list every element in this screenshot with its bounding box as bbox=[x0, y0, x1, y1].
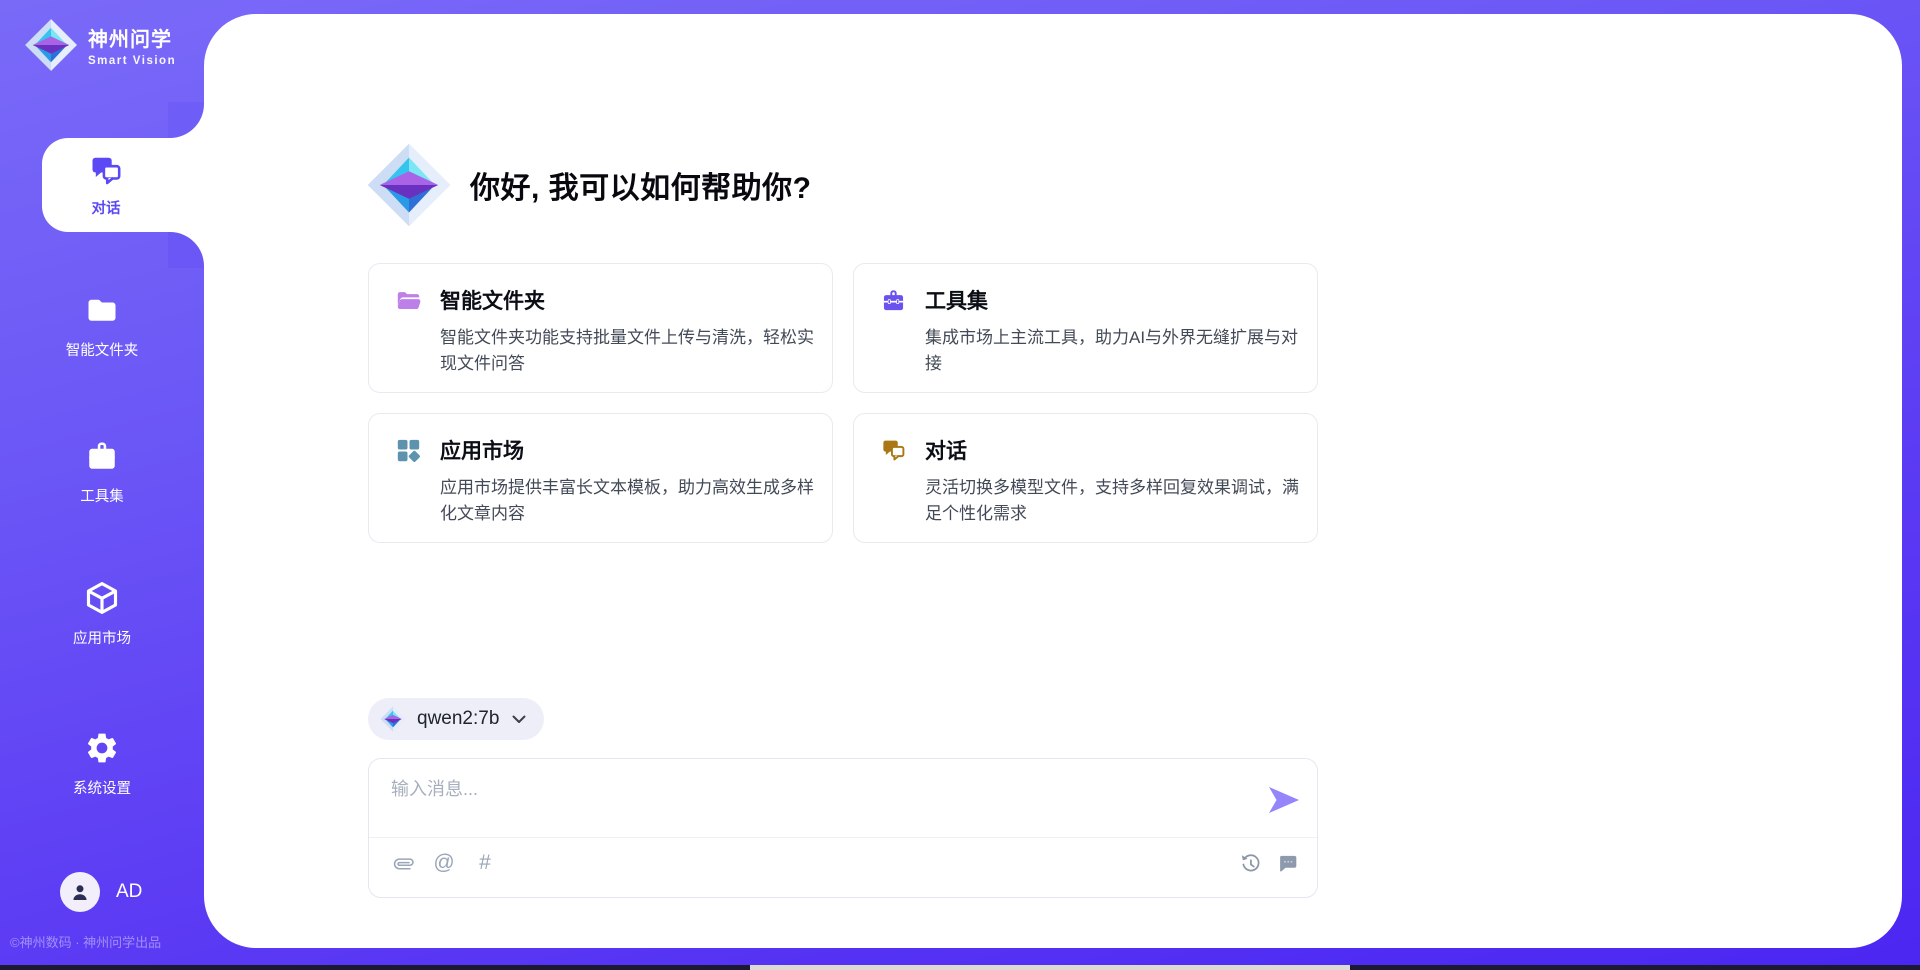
bottom-edge-segment bbox=[750, 965, 1350, 970]
sidebar-item-label: 工具集 bbox=[80, 485, 124, 506]
card-title: 智能文件夹 bbox=[440, 285, 545, 315]
card-description: 集成市场上主流工具，助力AI与外界无缝扩展与对接 bbox=[925, 325, 1305, 377]
card-description: 灵活切换多模型文件，支持多样回复效果调试，满足个性化需求 bbox=[925, 475, 1305, 527]
sidebar-item-smart-folder[interactable]: 智能文件夹 bbox=[0, 292, 204, 360]
chat-bubbles-icon bbox=[88, 153, 124, 189]
brand-diamond-icon bbox=[366, 142, 452, 228]
card-title: 工具集 bbox=[925, 285, 988, 315]
model-diamond-icon bbox=[380, 706, 406, 732]
brand-subtitle: Smart Vision bbox=[88, 55, 176, 67]
chat-bubbles-icon bbox=[880, 437, 907, 464]
greeting-text: 你好, 我可以如何帮助你? bbox=[470, 163, 812, 207]
feature-card-chat[interactable]: 对话 灵活切换多模型文件，支持多样回复效果调试，满足个性化需求 bbox=[853, 413, 1318, 543]
model-selector[interactable]: qwen2:7b bbox=[368, 698, 544, 740]
app-grid-icon bbox=[395, 437, 422, 464]
message-input[interactable] bbox=[391, 775, 1241, 833]
hashtag-icon[interactable]: # bbox=[473, 851, 497, 875]
card-title: 对话 bbox=[925, 435, 967, 465]
composer-divider bbox=[369, 837, 1317, 838]
mention-icon[interactable]: @ bbox=[432, 851, 456, 875]
tab-fillet-bottom bbox=[168, 232, 204, 268]
sidebar-item-toolset[interactable]: 工具集 bbox=[0, 438, 204, 506]
gear-icon bbox=[84, 730, 120, 766]
feature-card-toolset[interactable]: 工具集 集成市场上主流工具，助力AI与外界无缝扩展与对接 bbox=[853, 263, 1318, 393]
sidebar-footer: ©神州数码 · 神州问学出品 bbox=[10, 932, 161, 951]
user-name: AD bbox=[116, 881, 142, 903]
sidebar-item-settings[interactable]: 系统设置 bbox=[0, 730, 204, 798]
folder-open-icon bbox=[395, 287, 422, 314]
sidebar-item-label: 系统设置 bbox=[73, 777, 131, 798]
feature-cards: 智能文件夹 智能文件夹功能支持批量文件上传与清洗，轻松实现文件问答 工具集 集成… bbox=[368, 263, 1318, 543]
send-icon[interactable] bbox=[1267, 785, 1301, 815]
attach-icon[interactable] bbox=[391, 851, 415, 875]
sidebar-item-label: 应用市场 bbox=[73, 627, 131, 648]
feature-card-app-market[interactable]: 应用市场 应用市场提供丰富长文本模板，助力高效生成多样化文章内容 bbox=[368, 413, 833, 543]
sidebar-item-label: 对话 bbox=[92, 197, 121, 218]
feedback-icon[interactable] bbox=[1275, 851, 1299, 875]
folder-icon bbox=[84, 292, 120, 328]
user-avatar-icon bbox=[60, 872, 100, 912]
toolbox-icon bbox=[880, 287, 907, 314]
sidebar-item-label: 智能文件夹 bbox=[66, 339, 139, 360]
card-description: 应用市场提供丰富长文本模板，助力高效生成多样化文章内容 bbox=[440, 475, 820, 527]
user-profile[interactable]: AD bbox=[60, 872, 142, 912]
cube-icon bbox=[84, 580, 120, 616]
model-name: qwen2:7b bbox=[417, 708, 499, 730]
brand-diamond-icon bbox=[24, 18, 78, 72]
sidebar-item-chat[interactable]: 对话 bbox=[42, 138, 208, 232]
sidebar: 神州问学 Smart Vision 对话 智能文件夹 工具集 应用市场 系统设置 bbox=[0, 0, 204, 970]
history-icon[interactable] bbox=[1238, 851, 1262, 875]
sidebar-item-app-market[interactable]: 应用市场 bbox=[0, 580, 204, 648]
bottom-edge-strip bbox=[0, 965, 1920, 970]
message-composer: @ # bbox=[368, 758, 1318, 898]
card-title: 应用市场 bbox=[440, 435, 524, 465]
feature-card-smart-folder[interactable]: 智能文件夹 智能文件夹功能支持批量文件上传与清洗，轻松实现文件问答 bbox=[368, 263, 833, 393]
chevron-down-icon bbox=[512, 715, 526, 724]
tab-fillet-top bbox=[168, 102, 204, 138]
brand: 神州问学 Smart Vision bbox=[24, 18, 176, 72]
card-description: 智能文件夹功能支持批量文件上传与清洗，轻松实现文件问答 bbox=[440, 325, 820, 377]
toolbox-icon bbox=[84, 438, 120, 474]
brand-name: 神州问学 bbox=[88, 23, 176, 52]
greeting: 你好, 我可以如何帮助你? bbox=[366, 142, 812, 228]
